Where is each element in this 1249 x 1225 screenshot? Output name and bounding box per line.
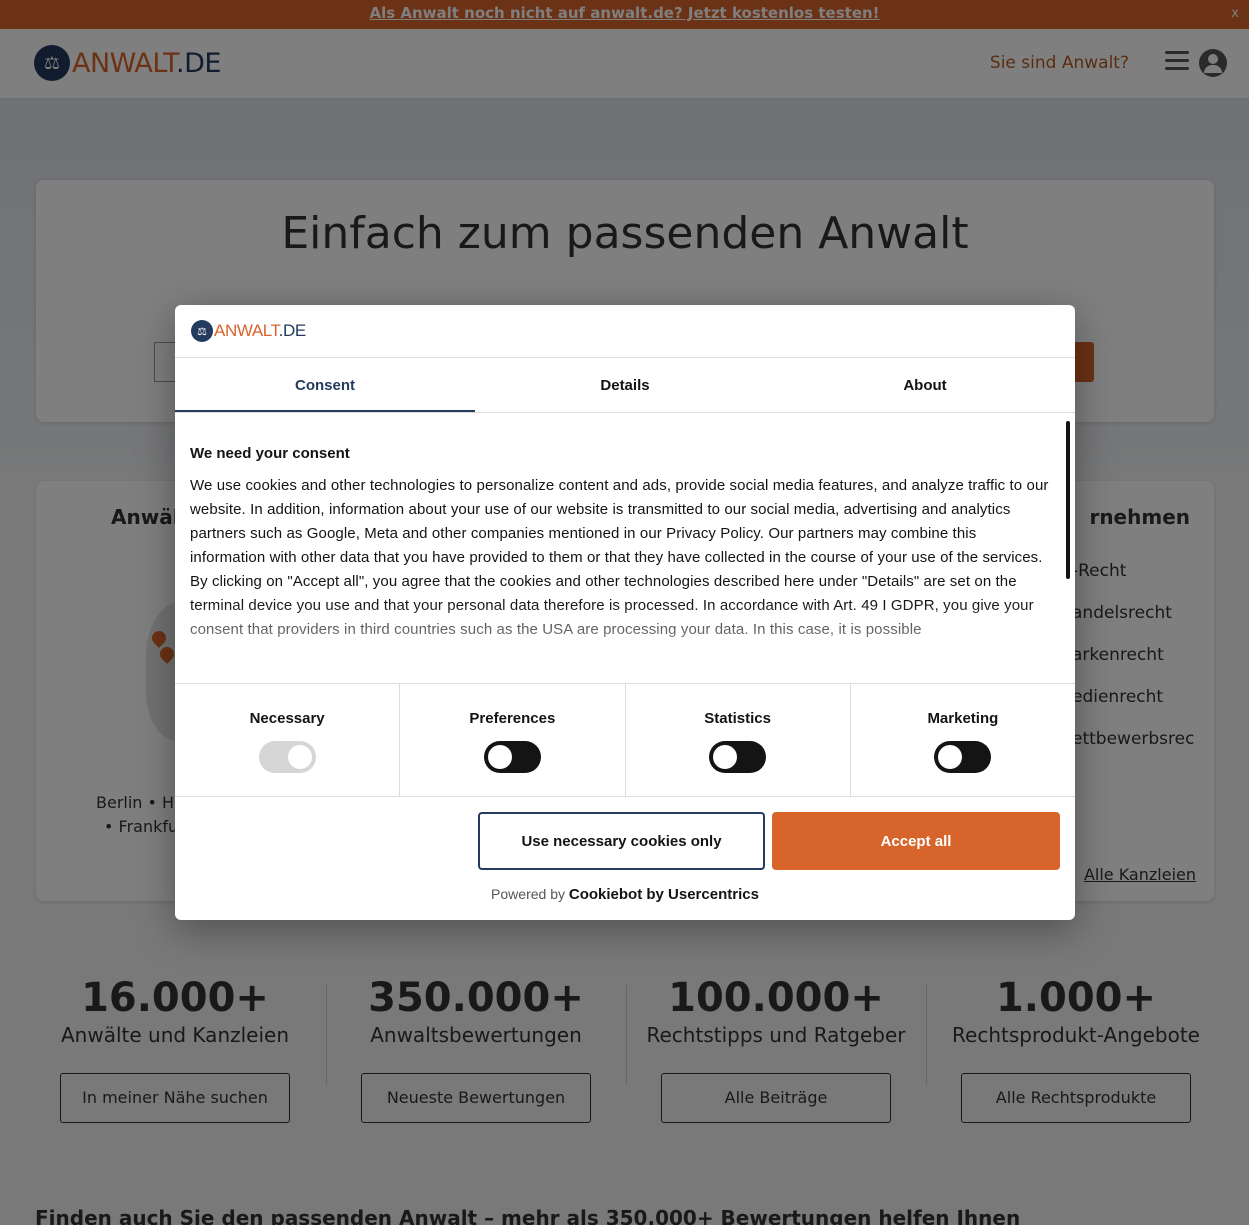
accept-all-button[interactable]: Accept all xyxy=(772,812,1060,870)
necessary-switch xyxy=(258,741,316,773)
consent-text-area[interactable]: We need your consent We use cookies and … xyxy=(175,415,1075,683)
dialog-header: ⚖ ANWALT.DE xyxy=(175,305,1075,358)
consent-paragraph: We use cookies and other technologies to… xyxy=(190,477,1049,566)
cookie-consent-dialog: ⚖ ANWALT.DE Consent Details About We nee… xyxy=(175,305,1075,920)
consent-toggles: Necessary Preferences Statistics Marketi… xyxy=(175,683,1075,797)
toggle-label: Statistics xyxy=(704,710,771,727)
toggle-preferences: Preferences xyxy=(400,684,626,796)
tab-details[interactable]: Details xyxy=(475,358,775,412)
statistics-switch[interactable] xyxy=(709,741,767,773)
dialog-logo-text: ANWALT.DE xyxy=(214,321,306,340)
consent-tabs: Consent Details About xyxy=(175,358,1075,413)
consent-heading: We need your consent xyxy=(190,445,350,462)
preferences-switch[interactable] xyxy=(483,741,541,773)
necessary-only-button[interactable]: Use necessary cookies only xyxy=(478,812,765,870)
tab-consent[interactable]: Consent xyxy=(175,358,475,412)
scrollbar[interactable] xyxy=(1066,421,1070,579)
toggle-marketing: Marketing xyxy=(851,684,1075,796)
tab-about[interactable]: About xyxy=(775,358,1075,412)
toggle-statistics: Statistics xyxy=(626,684,851,796)
powered-by[interactable]: Powered by Cookiebot by Usercentrics xyxy=(175,886,1075,903)
marketing-switch[interactable] xyxy=(934,741,992,773)
scales-logo-icon: ⚖ xyxy=(191,320,213,342)
toggle-necessary: Necessary xyxy=(175,684,401,796)
text-fade xyxy=(175,603,1055,683)
toggle-label: Preferences xyxy=(469,710,556,727)
toggle-label: Necessary xyxy=(249,710,325,727)
toggle-label: Marketing xyxy=(927,710,999,727)
